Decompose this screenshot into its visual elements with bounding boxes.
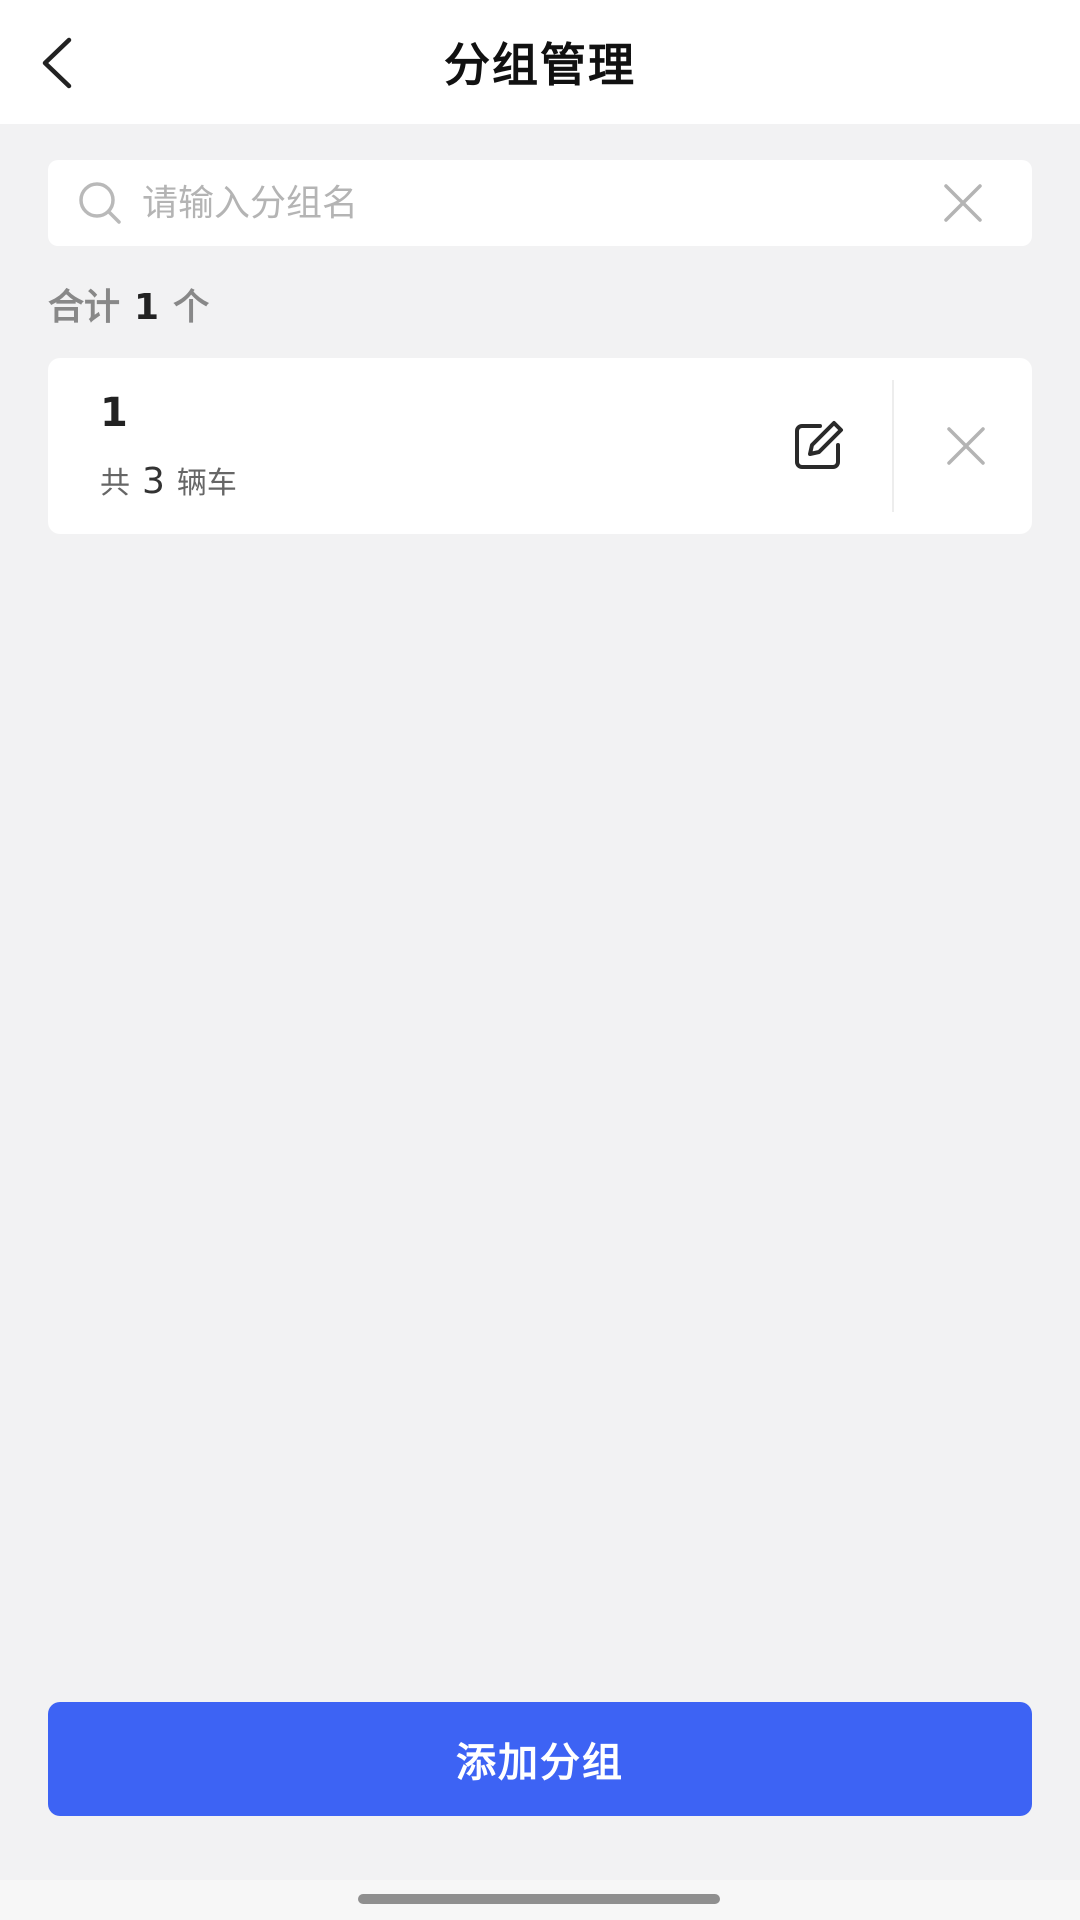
back-button[interactable] bbox=[22, 28, 92, 98]
group-card[interactable]: 1 共 3 辆车 bbox=[48, 358, 1032, 534]
vehicle-count-number: 3 bbox=[142, 461, 165, 502]
edit-icon bbox=[795, 421, 843, 469]
page-title: 分组管理 bbox=[444, 38, 636, 92]
group-vehicle-count: 共 3 辆车 bbox=[100, 458, 237, 502]
delete-group-button[interactable] bbox=[928, 408, 1004, 484]
chevron-left-icon bbox=[42, 37, 72, 89]
search-bar bbox=[48, 160, 1032, 246]
group-total: 合计 1 个 bbox=[48, 278, 209, 328]
search-clear-button[interactable] bbox=[928, 168, 998, 238]
add-group-button[interactable]: 添加分组 bbox=[48, 1702, 1032, 1816]
total-count: 1 bbox=[134, 287, 160, 328]
close-icon bbox=[944, 184, 982, 222]
vehicle-count-prefix: 共 bbox=[100, 466, 130, 501]
page: 分组管理 合计 1 个 1 共 3 辆车 bbox=[0, 0, 1080, 1920]
search-input[interactable] bbox=[142, 160, 928, 246]
search-icon bbox=[79, 182, 121, 224]
total-suffix: 个 bbox=[173, 287, 210, 328]
header-bar: 分组管理 bbox=[0, 0, 1080, 124]
edit-group-button[interactable] bbox=[780, 408, 856, 484]
card-divider bbox=[892, 380, 894, 512]
home-indicator[interactable] bbox=[358, 1894, 720, 1904]
group-name: 1 bbox=[100, 390, 128, 436]
close-icon bbox=[947, 427, 985, 465]
total-prefix: 合计 bbox=[48, 287, 121, 328]
vehicle-count-suffix: 辆车 bbox=[176, 466, 237, 501]
